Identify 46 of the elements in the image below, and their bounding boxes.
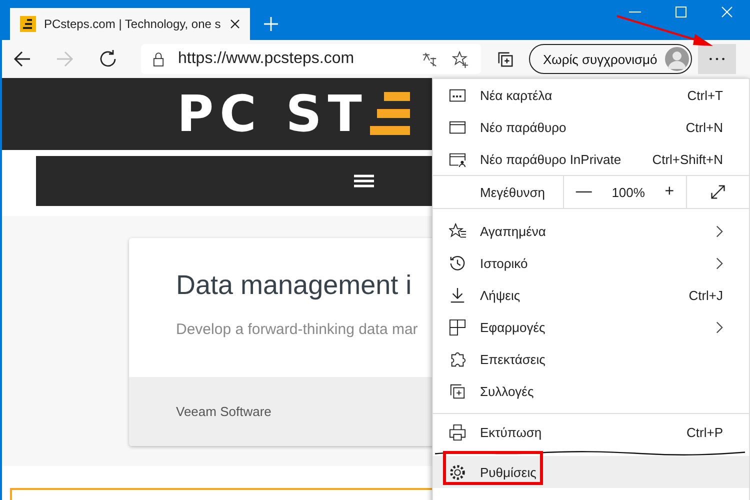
window-icon	[449, 118, 466, 136]
download-icon	[449, 286, 466, 304]
more-button[interactable]	[698, 44, 736, 74]
collections-icon	[449, 382, 466, 400]
collections-icon[interactable]	[497, 50, 514, 68]
ad-text: Develop a forward-thinking data mar	[176, 321, 418, 338]
apps-icon	[449, 318, 466, 336]
logo-bars-icon	[370, 92, 410, 136]
printer-icon	[449, 424, 466, 440]
profile-button[interactable]: Χωρίς συγχρονισμό	[529, 44, 692, 74]
refresh-icon[interactable]	[98, 49, 118, 69]
fullscreen-icon[interactable]	[710, 184, 726, 200]
back-arrow-icon[interactable]	[12, 49, 32, 69]
star-plus-icon[interactable]	[452, 50, 469, 68]
private-window-icon	[449, 150, 466, 168]
puzzle-icon	[449, 350, 466, 368]
new-tab-icon[interactable]	[264, 17, 278, 31]
browser-tab[interactable]: PCsteps.com | Technology, one s	[10, 8, 250, 40]
zoom-out-button[interactable]: —	[572, 183, 596, 201]
chevron-right-icon	[716, 256, 723, 270]
address-bar[interactable]: https://www.pcsteps.com	[141, 44, 481, 74]
menu-item[interactable]: Ρυθμίσεις	[433, 456, 749, 488]
zoom-in-button[interactable]: +	[660, 183, 678, 201]
tab-icon	[449, 86, 466, 104]
site-logo-icon	[20, 16, 36, 32]
zoom-value: 100%	[612, 184, 645, 200]
site-logo[interactable]: PC ST	[177, 89, 410, 139]
ad-source: Veeam Software	[176, 404, 272, 419]
menu-icon[interactable]	[354, 174, 374, 188]
history-icon	[449, 254, 466, 272]
menu-item[interactable]: Νέα καρτέλα Ctrl+T	[433, 79, 749, 111]
avatar-icon	[665, 47, 690, 71]
menu-item[interactable]: Νέο παράθυρο InPrivate Ctrl+Shift+N	[433, 143, 749, 175]
menu-item[interactable]: Νέο παράθυρο Ctrl+N	[433, 111, 749, 143]
zoom-label: Μεγέθυνση	[433, 176, 564, 208]
chevron-right-icon	[716, 320, 723, 334]
lock-icon	[153, 52, 164, 66]
maximize-icon[interactable]	[675, 6, 687, 18]
settings-icon	[449, 464, 466, 480]
menu-item[interactable]: Εκτύπωση Ctrl+P	[433, 413, 749, 450]
chevron-right-icon	[716, 224, 723, 238]
more-icon	[708, 57, 726, 61]
star-list-icon	[449, 222, 466, 240]
translate-icon[interactable]	[421, 50, 438, 68]
close-icon[interactable]	[230, 19, 240, 29]
ad-title: Data management i	[176, 270, 412, 301]
